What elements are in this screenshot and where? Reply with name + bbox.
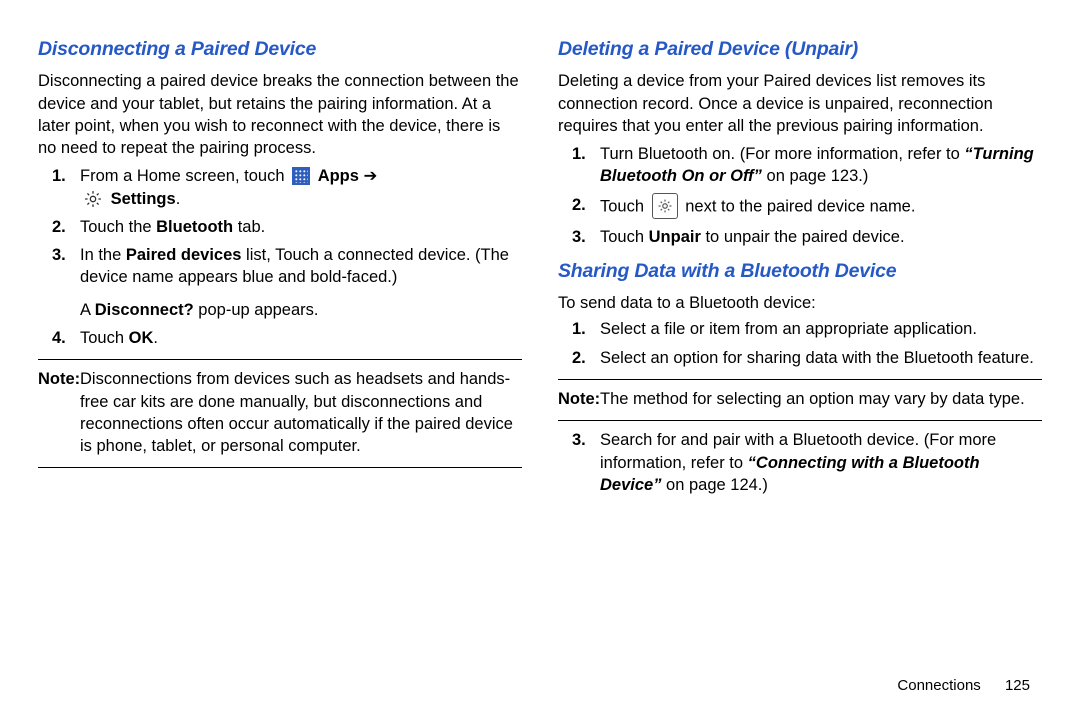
step-2: 2. Touch next to the paired device name. [600,194,1042,220]
steps-sharing-b: 3. Search for and pair with a Bluetooth … [558,429,1042,496]
dot: . [176,190,181,208]
step-3: 3. Touch Unpair to unpair the paired dev… [600,226,1042,248]
step-2: 2. Select an option for sharing data wit… [600,347,1042,369]
step-3: 3. In the Paired devices list, Touch a c… [80,244,522,321]
right-column: Deleting a Paired Device (Unpair) Deleti… [558,36,1042,502]
step-text-a: Touch [80,329,129,347]
step-number: 2. [52,216,66,238]
step-text-b: next to the paired device name. [685,197,915,215]
steps-deleting: 1. Turn Bluetooth on. (For more informat… [558,143,1042,248]
step-text: From a Home screen, touch [80,167,285,185]
step-1: 1. From a Home screen, touch Apps ➔ Sett… [80,165,522,210]
ok-label: OK [129,329,154,347]
popup-line: A Disconnect? pop-up appears. [80,299,522,321]
divider [558,379,1042,380]
intro-deleting: Deleting a device from your Paired devic… [558,70,1042,137]
divider [38,359,522,360]
steps-disconnecting: 1. From a Home screen, touch Apps ➔ Sett… [38,165,522,349]
step-text-c: . [153,329,158,347]
step-text-c: on page 123.) [762,167,868,185]
step-text-c: on page 124.) [661,476,767,494]
settings-label: Settings [111,190,176,208]
heading-disconnecting: Disconnecting a Paired Device [38,36,522,62]
step-text-c: to unpair the paired device. [701,228,905,246]
unpair-label: Unpair [649,228,701,246]
divider [558,420,1042,421]
popup-b: Disconnect? [95,301,194,319]
page-footer: Connections 125 [897,676,1030,696]
intro-sharing: To send data to a Bluetooth device: [558,292,1042,314]
footer-page-number: 125 [1005,677,1030,694]
settings-gear-icon [83,189,103,209]
paired-devices-label: Paired devices [126,246,242,264]
note-text: Disconnections from devices such as head… [80,370,513,455]
step-1: 1. Select a file or item from an appropr… [600,318,1042,340]
note-text: The method for selecting an option may v… [600,390,1025,408]
step-1: 1. Turn Bluetooth on. (For more informat… [600,143,1042,188]
step-text: Select an option for sharing data with t… [600,349,1034,367]
intro-disconnecting: Disconnecting a paired device breaks the… [38,70,522,159]
note-sharing: Note: The method for selecting an option… [558,388,1042,410]
left-column: Disconnecting a Paired Device Disconnect… [38,36,522,502]
step-text-a: In the [80,246,126,264]
document-page: Disconnecting a Paired Device Disconnect… [0,0,1080,502]
step-number: 4. [52,327,66,349]
step-number: 2. [572,194,586,216]
footer-section: Connections [897,677,980,694]
step-text-a: Touch the [80,218,156,236]
step-number: 3. [572,429,586,451]
step-3: 3. Search for and pair with a Bluetooth … [600,429,1042,496]
note-label: Note: [38,368,80,390]
step-number: 2. [572,347,586,369]
heading-sharing: Sharing Data with a Bluetooth Device [558,258,1042,284]
step-text: Select a file or item from an appropriat… [600,320,977,338]
apps-label: Apps [318,167,359,185]
divider [38,467,522,468]
device-settings-gear-icon [652,193,678,219]
step-number: 1. [572,318,586,340]
step-text-a: Touch [600,197,644,215]
step-number: 3. [52,244,66,266]
step-text-a: Touch [600,228,649,246]
step-number: 3. [572,226,586,248]
bluetooth-label: Bluetooth [156,218,233,236]
step-number: 1. [52,165,66,187]
apps-grid-icon [292,167,310,185]
step-text-a: Turn Bluetooth on. (For more information… [600,145,964,163]
step-text-c: tab. [233,218,265,236]
popup-a: A [80,301,95,319]
steps-sharing-a: 1. Select a file or item from an appropr… [558,318,1042,369]
step-number: 1. [572,143,586,165]
step-2: 2. Touch the Bluetooth tab. [80,216,522,238]
arrow: ➔ [364,167,378,185]
heading-deleting: Deleting a Paired Device (Unpair) [558,36,1042,62]
note-label: Note: [558,388,600,410]
note-disconnect: Note: Disconnections from devices such a… [38,368,522,457]
popup-c: pop-up appears. [194,301,319,319]
step-4: 4. Touch OK. [80,327,522,349]
